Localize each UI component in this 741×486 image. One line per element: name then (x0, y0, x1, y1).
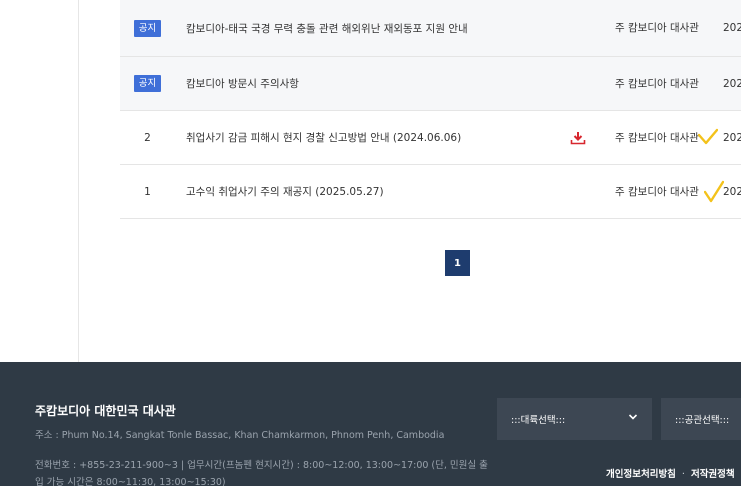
row-number: 1 (144, 185, 151, 198)
post-department: 주 캄보디아 대사관 (615, 131, 699, 144)
row-number: 2 (144, 131, 151, 144)
footer-links: 개인정보처리방침 · 저작권정책 (606, 466, 735, 480)
content-left-border (78, 0, 79, 362)
footer-link-separator: · (681, 469, 685, 480)
post-date: 202 (723, 22, 741, 34)
copyright-policy-link[interactable]: 저작권정책 (691, 469, 735, 480)
mission-select-label: :::공관선택::: (675, 415, 730, 426)
check-mark-icon (704, 165, 724, 218)
notice-board-list: 공지 캄보디아-태국 국경 무력 충돌 관련 해외위난 재외동포 지원 안내 주… (120, 0, 741, 219)
row-number: 공지 (120, 57, 175, 110)
mission-select[interactable]: :::공관선택::: (661, 398, 741, 440)
post-date: 202 (723, 185, 741, 198)
continent-select-label: :::대륙선택::: (511, 415, 566, 426)
table-row[interactable]: 공지 캄보디아 방문시 주의사항 주 캄보디아 대사관 202 (120, 57, 741, 111)
notice-badge: 공지 (133, 19, 162, 37)
site-footer: 주캄보디아 대한민국 대사관 주소 : Phum No.14, Sangkat … (0, 362, 741, 486)
continent-select[interactable]: :::대륙선택::: (497, 398, 652, 440)
notice-badge: 공지 (133, 75, 162, 92)
post-title-link[interactable]: 캄보디아-태국 국경 무력 충돌 관련 해외위난 재외동포 지원 안내 (186, 0, 468, 56)
post-department: 주 캄보디아 대사관 (615, 22, 699, 34)
table-row[interactable]: 2 취업사기 감금 피해시 현지 경찰 신고방법 안내 (2024.06.06)… (120, 111, 741, 165)
pagination-page-1[interactable]: 1 (445, 250, 470, 276)
table-row[interactable]: 1 고수익 취업사기 주의 재공지 (2025.05.27) 주 캄보디아 대사… (120, 165, 741, 219)
row-number: 공지 (120, 0, 175, 56)
post-department: 주 캄보디아 대사관 (615, 185, 699, 198)
privacy-policy-link[interactable]: 개인정보처리방침 (606, 469, 676, 480)
post-title-link[interactable]: 취업사기 감금 피해시 현지 경찰 신고방법 안내 (2024.06.06) (186, 111, 461, 164)
post-date: 202 (723, 77, 741, 90)
post-title-link[interactable]: 고수익 취업사기 주의 재공지 (2025.05.27) (186, 165, 384, 218)
check-mark-icon (698, 111, 718, 164)
chevron-down-icon (628, 412, 638, 425)
table-row[interactable]: 공지 캄보디아-태국 국경 무력 충돌 관련 해외위난 재외동포 지원 안내 주… (120, 0, 741, 57)
post-date: 202 (723, 131, 741, 144)
post-title-link[interactable]: 캄보디아 방문시 주의사항 (186, 57, 299, 110)
footer-address: 주소 : Phum No.14, Sangkat Tonle Bassac, K… (35, 430, 445, 441)
footer-org-name: 주캄보디아 대한민국 대사관 (35, 404, 176, 418)
post-department: 주 캄보디아 대사관 (615, 77, 699, 90)
footer-phone-hours: 전화번호 : +855-23-211-900~3 | 업무시간(프놈펜 현지시간… (35, 460, 488, 486)
attachment-download-icon[interactable] (570, 111, 586, 164)
